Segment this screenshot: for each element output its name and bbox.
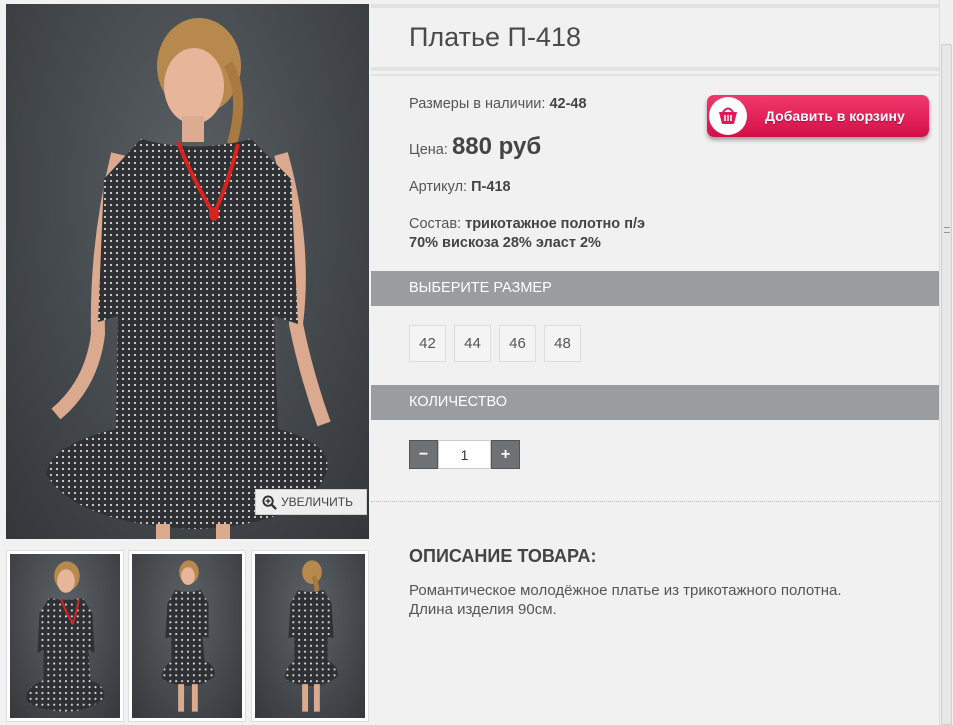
price-value: 880 руб [451, 133, 542, 160]
add-to-cart-label: Добавить в корзину [765, 108, 905, 124]
add-to-cart-button[interactable]: Добавить в корзину [707, 95, 929, 137]
size-option-46[interactable]: 46 [499, 325, 536, 362]
size-option-48[interactable]: 48 [544, 325, 581, 362]
zoom-button[interactable]: УВЕЛИЧИТЬ [255, 489, 367, 515]
thumbnail-image-side [161, 560, 215, 712]
thumbnail-strip [6, 550, 369, 722]
quantity-input[interactable] [438, 440, 491, 469]
description-title: ОПИСАНИЕ ТОВАРА: [409, 546, 597, 566]
dress-photo-image [46, 18, 331, 539]
size-option-42[interactable]: 42 [409, 325, 446, 362]
section-divider [371, 501, 939, 502]
top-divider [371, 4, 939, 8]
product-page: УВЕЛИЧИТЬ Платье П-418 Размеры в наличии… [0, 0, 953, 725]
description-line-2: Длина изделия 90см. [409, 601, 557, 618]
thumbnail-back[interactable] [251, 550, 369, 722]
sizes-value: 42-48 [549, 96, 587, 112]
title-divider [371, 67, 939, 71]
thumbnail-front[interactable] [6, 550, 124, 722]
thumbnail-side[interactable] [128, 550, 246, 722]
description-text: Романтическое молодёжное платье из трико… [409, 581, 919, 619]
product-title: Платье П-418 [409, 22, 581, 52]
quantity-increase-button[interactable]: + [491, 440, 520, 469]
page-scrollbar[interactable] [939, 0, 953, 725]
size-section-header: ВЫБЕРИТЕ РАЗМЕР [371, 271, 939, 306]
size-option-44[interactable]: 44 [454, 325, 491, 362]
article: Артикул: П-418 [409, 179, 511, 195]
article-value: П-418 [471, 179, 511, 195]
thumbnail-image-back [284, 560, 338, 712]
scrollbar-thumb[interactable] [941, 44, 952, 725]
price-label: Цена: [409, 142, 448, 158]
zoom-label: УВЕЛИЧИТЬ [281, 495, 353, 509]
title-divider-2 [371, 74, 939, 76]
composition: Состав: трикотажное полотно п/э 70% виск… [409, 215, 645, 253]
quantity-section-header: КОЛИЧЕСТВО [371, 385, 939, 420]
composition-line-2: 70% вискоза 28% эласт 2% [409, 235, 601, 251]
product-info-panel: Платье П-418 Размеры в наличии: 42-48 Це… [371, 0, 939, 725]
sizes-available: Размеры в наличии: 42-48 [409, 96, 587, 112]
magnifier-plus-icon [262, 494, 277, 510]
price: Цена: 880 руб [409, 133, 541, 161]
thumbnail-image-front [25, 561, 105, 712]
basket-icon [709, 97, 747, 135]
article-label: Артикул: [409, 179, 468, 195]
description-line-1: Романтическое молодёжное платье из трико… [409, 582, 842, 599]
sizes-label: Размеры в наличии: [409, 96, 546, 112]
quantity-stepper: − + [409, 440, 520, 469]
composition-line-1: трикотажное полотно п/э [465, 216, 645, 232]
scrollbar-grip-icon [944, 227, 950, 233]
size-options: 42 44 46 48 [409, 325, 581, 362]
composition-label: Состав: [409, 216, 462, 232]
main-product-photo[interactable]: УВЕЛИЧИТЬ [6, 4, 369, 539]
quantity-decrease-button[interactable]: − [409, 440, 438, 469]
